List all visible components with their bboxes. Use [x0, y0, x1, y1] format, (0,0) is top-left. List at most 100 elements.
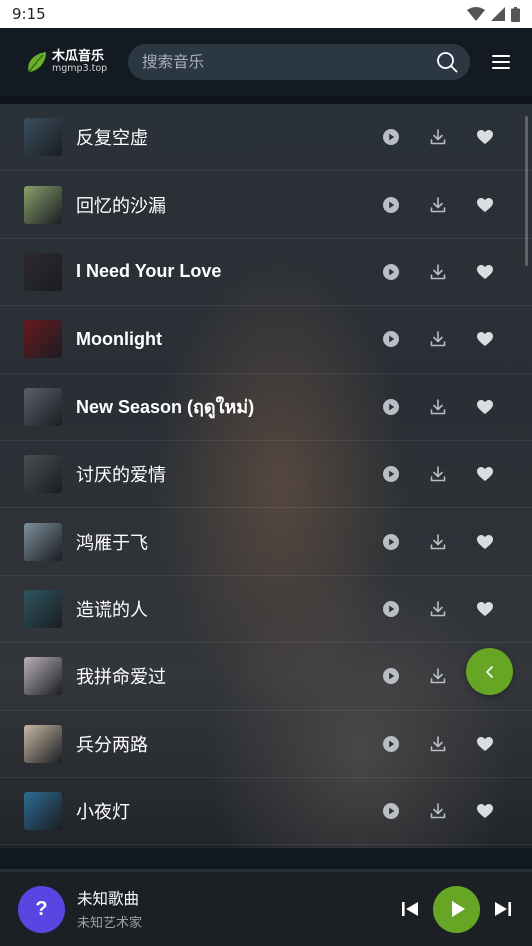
signal-icon — [491, 7, 505, 21]
song-title[interactable]: 兵分两路 — [76, 731, 367, 757]
song-title[interactable]: 回忆的沙漏 — [76, 192, 367, 218]
chevron-left-icon — [485, 665, 493, 678]
play-song-icon[interactable] — [367, 190, 414, 220]
song-actions — [367, 190, 508, 220]
song-cover-thumbnail[interactable] — [24, 387, 62, 426]
song-cover-thumbnail[interactable] — [24, 455, 62, 494]
song-cover-thumbnail[interactable] — [24, 252, 62, 291]
download-icon[interactable] — [414, 122, 461, 152]
logo-subtitle: mgmp3.top — [52, 62, 108, 74]
play-song-icon[interactable] — [367, 729, 414, 759]
song-row[interactable]: New Season (ฤดูใหม่) — [0, 374, 532, 441]
song-cover-thumbnail[interactable] — [24, 185, 62, 224]
play-song-icon[interactable] — [367, 324, 414, 354]
player-song-title: 未知歌曲 — [77, 890, 140, 908]
play-song-icon[interactable] — [367, 257, 414, 287]
play-button[interactable] — [433, 885, 480, 933]
download-icon[interactable] — [414, 527, 461, 557]
song-row[interactable]: 讨厌的爱情 — [0, 441, 532, 509]
play-icon — [451, 901, 465, 917]
song-title[interactable]: 鸿雁于飞 — [76, 529, 367, 555]
status-bar: 9:15 — [0, 0, 532, 28]
app-logo[interactable]: 木瓜音乐 mgmp3.top — [26, 50, 128, 74]
song-actions — [367, 392, 508, 422]
status-icons — [467, 6, 520, 22]
favorite-heart-icon[interactable] — [461, 257, 508, 287]
song-row[interactable]: 反复空虚 — [0, 104, 532, 172]
song-actions — [367, 459, 508, 489]
song-actions — [367, 324, 508, 354]
song-row[interactable]: 鸿雁于飞 — [0, 508, 532, 576]
battery-icon — [511, 6, 520, 22]
download-icon[interactable] — [414, 324, 461, 354]
favorite-heart-icon[interactable] — [461, 324, 508, 354]
song-cover-thumbnail[interactable] — [24, 589, 62, 628]
song-title[interactable]: 造谎的人 — [76, 596, 367, 622]
download-icon[interactable] — [414, 190, 461, 220]
next-track-icon[interactable] — [492, 898, 514, 920]
papaya-leaf-icon — [28, 52, 46, 73]
play-song-icon[interactable] — [367, 122, 414, 152]
favorite-heart-icon[interactable] — [461, 459, 508, 489]
search-bar[interactable] — [128, 44, 470, 80]
player-artist: 未知艺术家 — [77, 916, 143, 931]
song-list[interactable]: 反复空虚回忆的沙漏 I Need Your Love Moonlight New Se… — [0, 104, 532, 869]
status-time: 9:15 — [12, 5, 46, 23]
song-actions — [367, 122, 508, 152]
play-song-icon[interactable] — [367, 796, 414, 826]
song-title[interactable]: 反复空虚 — [76, 124, 367, 150]
play-song-icon[interactable] — [367, 661, 414, 691]
search-icon[interactable] — [436, 51, 458, 73]
header-divider — [0, 96, 532, 104]
download-icon[interactable] — [414, 459, 461, 489]
download-icon[interactable] — [414, 729, 461, 759]
song-title[interactable]: I Need Your Love — [76, 261, 367, 282]
list-footer-shade — [0, 848, 532, 869]
song-cover-thumbnail[interactable] — [24, 724, 62, 763]
favorite-heart-icon[interactable] — [461, 122, 508, 152]
play-song-icon[interactable] — [367, 594, 414, 624]
song-cover-thumbnail[interactable] — [24, 657, 62, 696]
download-icon[interactable] — [414, 392, 461, 422]
collapse-button[interactable] — [466, 648, 513, 695]
song-row[interactable]: Moonlight — [0, 306, 532, 374]
favorite-heart-icon[interactable] — [461, 796, 508, 826]
search-input[interactable] — [142, 53, 436, 71]
song-row[interactable]: 我拼命爱过 — [0, 643, 532, 711]
favorite-heart-icon[interactable] — [461, 527, 508, 557]
song-title[interactable]: 小夜灯 — [76, 798, 367, 824]
favorite-heart-icon[interactable] — [461, 729, 508, 759]
song-cover-thumbnail[interactable] — [24, 118, 62, 157]
song-title[interactable]: New Season (ฤดูใหม่) — [76, 392, 367, 421]
previous-track-icon[interactable] — [399, 898, 421, 920]
song-actions — [367, 796, 508, 826]
favorite-heart-icon[interactable] — [461, 190, 508, 220]
song-title[interactable]: Moonlight — [76, 329, 367, 350]
song-row[interactable]: 造谎的人 — [0, 576, 532, 644]
download-icon[interactable] — [414, 257, 461, 287]
song-row[interactable]: 回忆的沙漏 — [0, 171, 532, 239]
app-header: 木瓜音乐 mgmp3.top — [0, 28, 532, 96]
song-row[interactable]: 小夜灯 — [0, 778, 532, 846]
song-row[interactable]: I Need Your Love — [0, 239, 532, 307]
favorite-heart-icon[interactable] — [461, 392, 508, 422]
logo-title: 木瓜音乐 — [52, 49, 105, 65]
mini-player[interactable]: ? 未知歌曲 未知艺术家 — [0, 869, 532, 946]
song-title[interactable]: 讨厌的爱情 — [76, 461, 367, 487]
song-cover-thumbnail[interactable] — [24, 792, 62, 831]
favorite-heart-icon[interactable] — [461, 594, 508, 624]
download-icon[interactable] — [414, 594, 461, 624]
play-song-icon[interactable] — [367, 527, 414, 557]
menu-icon[interactable] — [492, 55, 510, 69]
play-song-icon[interactable] — [367, 459, 414, 489]
wifi-icon — [467, 7, 485, 21]
song-cover-thumbnail[interactable] — [24, 320, 62, 359]
song-title[interactable]: 我拼命爱过 — [76, 663, 367, 689]
download-icon[interactable] — [414, 796, 461, 826]
song-row[interactable]: 兵分两路 — [0, 711, 532, 778]
play-song-icon[interactable] — [367, 392, 414, 422]
list-scrollbar[interactable] — [525, 116, 528, 266]
player-cover-avatar[interactable]: ? — [18, 885, 65, 933]
song-cover-thumbnail[interactable] — [24, 522, 62, 561]
download-icon[interactable] — [414, 661, 461, 691]
